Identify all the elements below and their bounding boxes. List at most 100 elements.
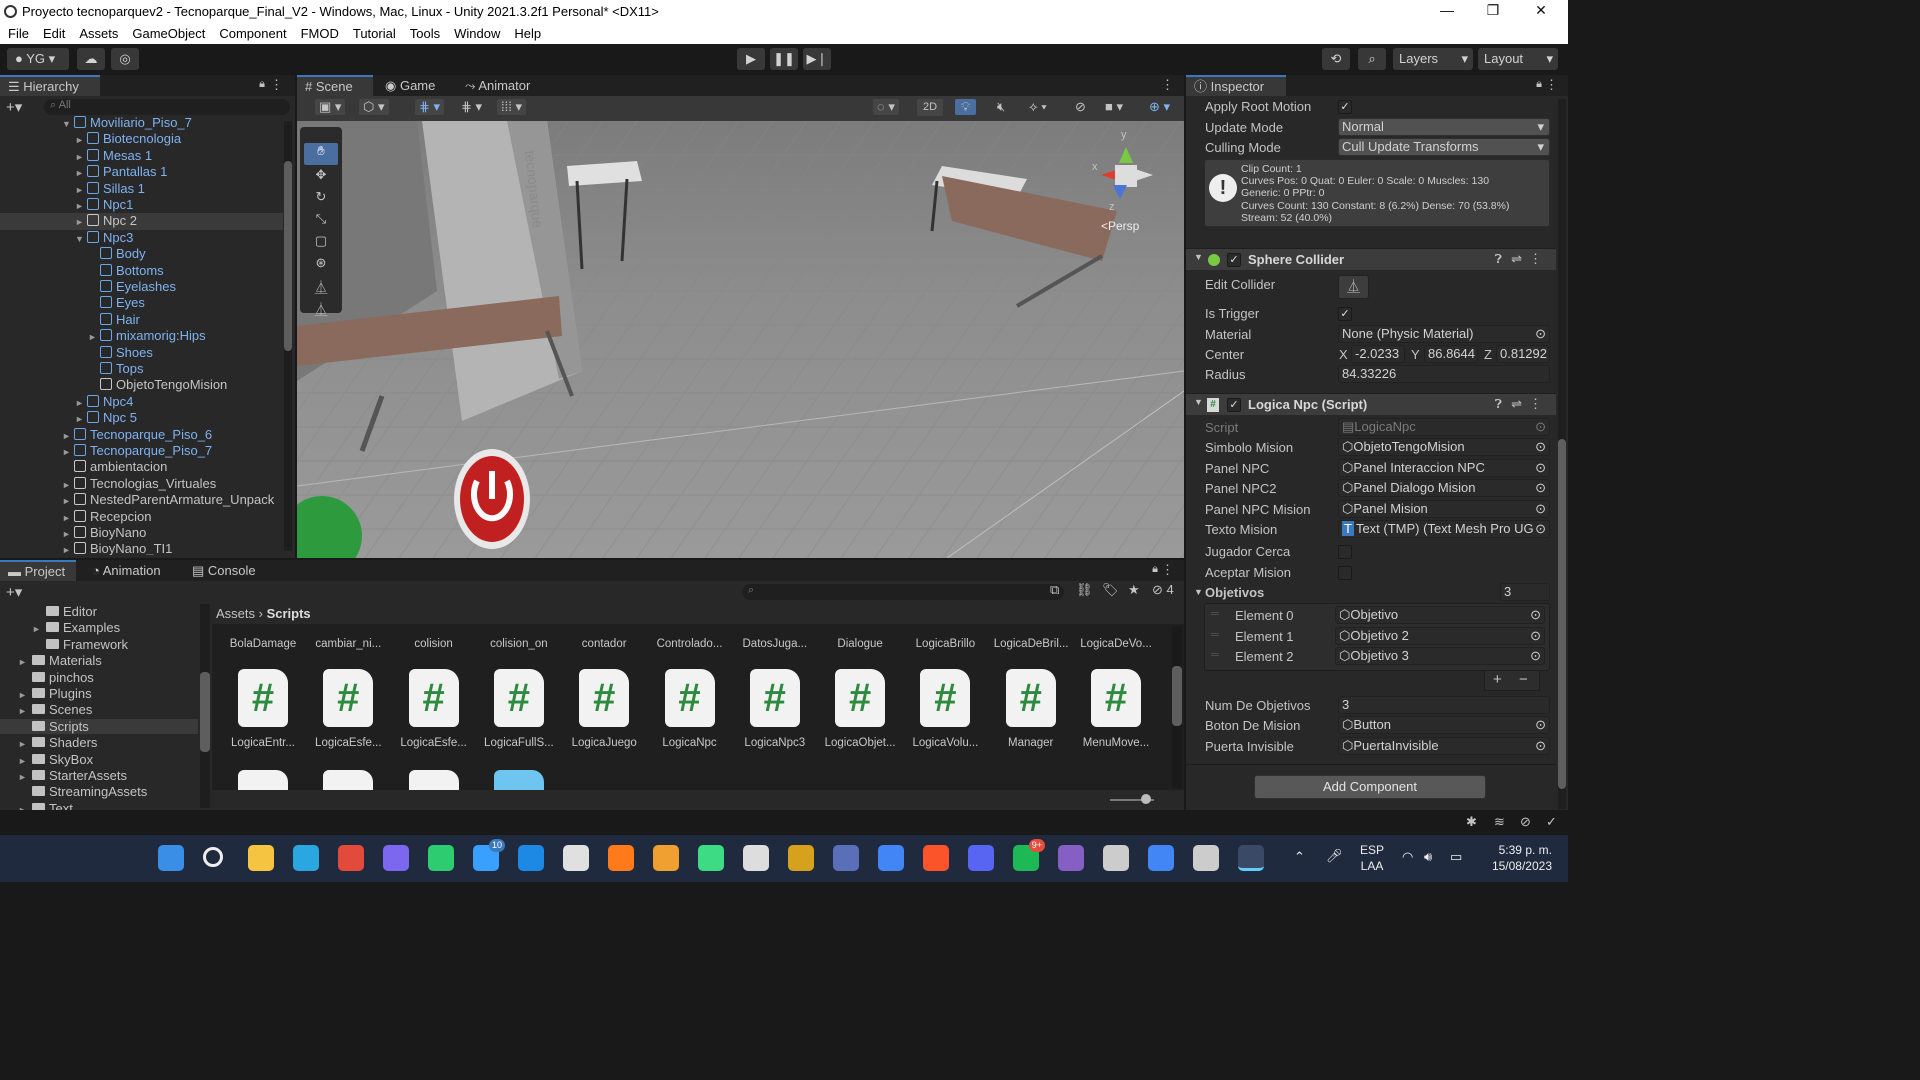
notion-icon[interactable]	[608, 845, 634, 871]
chevron-right-icon[interactable]: ►	[18, 756, 32, 766]
hierarchy-item[interactable]: ► Sillas 1	[0, 181, 283, 197]
script-asset[interactable]: # LogicaNpc3	[738, 669, 812, 749]
app-3-icon[interactable]	[833, 845, 859, 871]
script-asset[interactable]: BolaDamage	[226, 638, 300, 650]
object-picker-icon[interactable]: ⊙	[1530, 648, 1541, 664]
minimize-button[interactable]: —	[1432, 2, 1462, 22]
spotify-icon[interactable]	[1058, 845, 1084, 871]
visual-studio-icon[interactable]	[1103, 845, 1129, 871]
custom-tool-2-icon[interactable]: ⏅	[304, 299, 338, 319]
chrome-icon[interactable]	[923, 845, 949, 871]
aceptar-mision-checkbox[interactable]	[1338, 566, 1352, 580]
camera-dropdown[interactable]: ■ ▾	[1101, 99, 1127, 115]
hierarchy-item[interactable]: ▼ Npc3	[0, 230, 283, 246]
chevron-right-icon[interactable]: ►	[18, 739, 32, 749]
tab-hierarchy[interactable]: ☰ Hierarchy	[0, 75, 100, 96]
wifi-icon[interactable]: ◠	[1402, 849, 1413, 865]
collab-icon[interactable]: ◎	[111, 48, 139, 70]
rotate-tool-icon[interactable]: ↻	[304, 189, 338, 209]
sublime-icon[interactable]	[698, 845, 724, 871]
script-asset[interactable]: contador	[567, 638, 641, 650]
script-asset[interactable]: # LogicaEntr...	[226, 669, 300, 749]
jugador-cerca-checkbox[interactable]	[1338, 545, 1352, 559]
hierarchy-item[interactable]: ► Pantallas 1	[0, 164, 283, 180]
chrome-2-icon[interactable]	[1193, 845, 1219, 871]
app-icon[interactable]	[653, 845, 679, 871]
drag-handle-icon[interactable]: ═	[1211, 649, 1219, 661]
menu-assets[interactable]: Assets	[71, 24, 124, 41]
object-picker-icon[interactable]: ⊙	[1535, 326, 1546, 342]
script-asset[interactable]: Dialogue	[823, 638, 897, 650]
folder-item[interactable]: ► SkyBox	[0, 752, 198, 767]
project-search-input[interactable]: ⌕	[742, 584, 1064, 600]
hierarchy-item[interactable]: ► Npc 2	[0, 213, 283, 230]
more-icon[interactable]: ⋮	[1529, 396, 1542, 412]
element-object-field[interactable]: ⬡Objetivo ⊙	[1335, 606, 1545, 624]
hierarchy-item[interactable]: ► Tecnoparque_Piso_6	[0, 427, 283, 443]
search-by-type-icon[interactable]: ⧉	[1050, 582, 1059, 598]
chevron-right-icon[interactable]: ►	[32, 624, 46, 634]
folder-item[interactable]: Editor	[0, 604, 198, 619]
app-2-icon[interactable]	[788, 845, 814, 871]
script-asset[interactable]: LogicaBrillo	[908, 638, 982, 650]
discord-icon[interactable]: 9+	[1013, 839, 1045, 871]
hierarchy-item[interactable]: Bottoms	[0, 263, 283, 279]
hierarchy-item[interactable]: ► Tecnologias_Virtuales	[0, 476, 283, 492]
script-asset[interactable]: # MenuMove...	[1079, 669, 1153, 749]
culling-mode-dropdown[interactable]: Cull Update Transforms ▾	[1338, 138, 1550, 156]
folder-item[interactable]: StreamingAssets	[0, 784, 198, 799]
hierarchy-item[interactable]: Tops	[0, 361, 283, 377]
chevron-right-icon[interactable]: ►	[18, 772, 32, 782]
is-trigger-checkbox[interactable]: ✓	[1338, 307, 1352, 321]
more-icon[interactable]: ⋮	[1161, 562, 1174, 578]
history-icon[interactable]: ⟲	[1322, 48, 1350, 70]
object-picker-icon[interactable]: ⊙	[1535, 717, 1546, 733]
edge-icon[interactable]	[338, 845, 364, 871]
hierarchy-scrollbar[interactable]	[284, 121, 292, 551]
npc-object-field[interactable]: ⬡Panel Dialogo Mision ⊙	[1338, 479, 1550, 497]
more-icon[interactable]: ⋮	[1529, 251, 1542, 267]
script-asset[interactable]: # LogicaJuego	[567, 669, 641, 749]
object-picker-icon[interactable]: ⊙	[1535, 460, 1546, 476]
persp-label[interactable]: <Persp	[1101, 219, 1139, 233]
pivot-dropdown[interactable]: ⬡ ▾	[359, 99, 389, 115]
csharp-script-icon[interactable]	[408, 770, 459, 790]
foldout-icon[interactable]: ▼	[1194, 587, 1203, 597]
folder-item[interactable]: ► Text	[0, 801, 198, 810]
chevron-right-icon[interactable]: ►	[75, 182, 87, 198]
edit-collider-button[interactable]: ⏅	[1338, 275, 1369, 299]
chevron-right-icon[interactable]: ►	[62, 428, 74, 444]
xbox-icon[interactable]: 10	[473, 839, 505, 871]
script-asset[interactable]: # LogicaNpc	[653, 669, 727, 749]
script-asset[interactable]: colision	[397, 638, 471, 650]
hierarchy-item[interactable]: ambientacion	[0, 459, 283, 475]
hand-tool-icon[interactable]: ✋︎	[304, 143, 338, 165]
script-asset[interactable]: # Manager	[994, 669, 1068, 749]
app-4-icon[interactable]	[878, 845, 904, 871]
tab-animator[interactable]: ⤳ Animator	[457, 75, 538, 96]
search-icon[interactable]	[203, 847, 223, 867]
zoom-slider-handle[interactable]	[1141, 794, 1151, 804]
breadcrumb-scripts[interactable]: Scripts	[267, 606, 311, 621]
center-z-field[interactable]: 0.81292	[1496, 345, 1550, 363]
script-asset[interactable]: # LogicaEsfe...	[311, 669, 385, 749]
help-icon[interactable]: ❓︎	[1495, 252, 1502, 267]
preset-icon[interactable]: ⇌	[1511, 396, 1522, 412]
menu-gameobject[interactable]: GameObject	[124, 24, 211, 41]
rect-tool-icon[interactable]: ▢	[304, 233, 338, 253]
menu-window[interactable]: Window	[446, 24, 506, 41]
tab-scene[interactable]: # Scene	[297, 75, 373, 96]
chevron-right-icon[interactable]: ►	[18, 706, 32, 716]
add-component-button[interactable]: Add Component	[1254, 775, 1486, 799]
hierarchy-search-input[interactable]: ⌕ All	[44, 99, 290, 115]
battery-icon[interactable]: ▭	[1450, 849, 1462, 865]
folder-item[interactable]: ► Shaders	[0, 735, 198, 750]
hierarchy-item[interactable]: ► Npc4	[0, 394, 283, 410]
hidden-packages-icon[interactable]: ⊘ 4	[1152, 582, 1174, 598]
npc-object-field[interactable]: ⬡Panel Interaccion NPC ⊙	[1338, 459, 1550, 477]
tab-inspector[interactable]: ⓘ Inspector	[1186, 75, 1286, 96]
csharp-script-icon[interactable]	[238, 770, 288, 790]
sphere-collider-header[interactable]: ▼ ✓ Sphere Collider ❓︎ ⇌ ⋮	[1186, 248, 1556, 270]
material-field[interactable]: None (Physic Material) ⊙	[1338, 325, 1550, 343]
2d-toggle[interactable]: 2D	[917, 99, 944, 116]
